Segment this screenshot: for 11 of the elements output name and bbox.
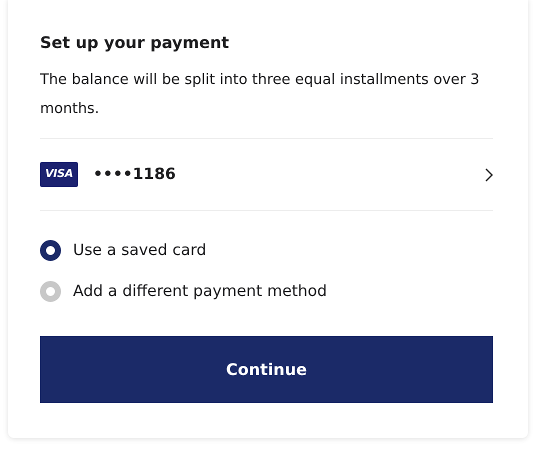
heading: Set up your payment: [40, 32, 230, 54]
radio-option[interactable]: Add a different payment method: [40, 271, 493, 312]
radio-option[interactable]: Use a saved card: [40, 230, 493, 271]
saved-card-row[interactable]: VISA ••••1186: [40, 138, 493, 211]
option-label: Add a different payment method: [73, 280, 327, 302]
card-brand-logo: VISA: [40, 162, 78, 187]
chevron-right-icon: [485, 168, 493, 182]
option-label: Use a saved card: [73, 240, 206, 261]
card-number: ••••1186: [93, 164, 176, 185]
continue-button[interactable]: Continue: [40, 336, 493, 403]
description: The balance will be split into three equal installments over 3 months.: [40, 71, 481, 119]
